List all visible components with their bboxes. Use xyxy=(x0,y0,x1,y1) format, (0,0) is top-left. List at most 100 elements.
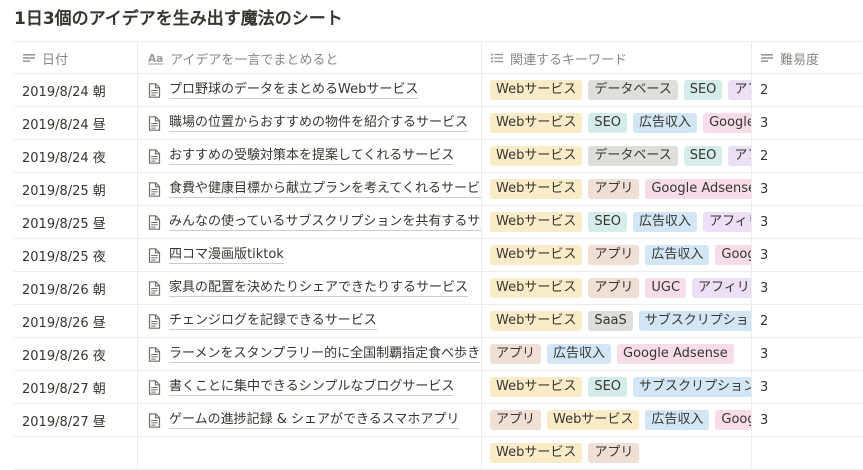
title-cell[interactable]: 家具の配置を決めたりシェアできたりするサービス xyxy=(138,272,482,304)
difficulty-cell[interactable]: 3 xyxy=(752,173,863,205)
difficulty-cell[interactable]: 3 xyxy=(752,371,863,403)
column-header-tags-label: 関連するキーワード xyxy=(510,52,628,68)
table-row[interactable]: Webサービス アプリ xyxy=(14,437,863,470)
title-cell[interactable]: ゲームの進捗記録 & シェアができるスマホアプリ xyxy=(138,404,482,436)
difficulty-cell[interactable]: 3 xyxy=(752,239,863,271)
table-row[interactable]: 2019/8/24 朝 プロ野球のデータをまとめるWebサービス Webサービス デー… xyxy=(14,74,863,107)
keyword-tag: Webサービス xyxy=(490,212,583,232)
title-cell[interactable]: ラーメンをスタンプラリー的に全国制覇指定食べ歩き xyxy=(138,338,482,370)
page-title-link[interactable]: プロ野球のデータをまとめるWebサービス xyxy=(169,81,419,99)
difficulty-value: 3 xyxy=(760,181,769,197)
page-title-link[interactable]: ゲームの進捗記録 & シェアができるスマホアプリ xyxy=(169,411,460,429)
keyword-tag: 広告収入 xyxy=(547,344,612,364)
difficulty-cell[interactable] xyxy=(752,437,863,469)
tags-cell[interactable]: Webサービス アプリ xyxy=(482,437,752,469)
title-cell[interactable] xyxy=(138,437,482,469)
date-cell[interactable]: 2019/8/24 夜 xyxy=(14,140,138,172)
keyword-tag: アフィリエイト xyxy=(728,146,751,166)
column-header-title-label: アイデアを一言でまとめると xyxy=(170,52,339,68)
date-cell[interactable] xyxy=(14,437,138,469)
table-row[interactable]: 2019/8/27 朝 書くことに集中できるシンプルなブログサービス Webサービス… xyxy=(14,371,863,404)
keyword-tag: アフィリエイト xyxy=(692,278,751,298)
svg-text:Aa: Aa xyxy=(148,53,163,65)
date-cell[interactable]: 2019/8/24 昼 xyxy=(14,107,138,139)
tags-cell[interactable]: アプリWebサービス広告収入Google Adsense xyxy=(482,404,752,436)
date-cell[interactable]: 2019/8/26 夜 xyxy=(14,338,138,370)
keyword-tag: SEO xyxy=(683,80,723,100)
date-cell[interactable]: 2019/8/24 朝 xyxy=(14,74,138,106)
difficulty-cell[interactable]: 3 xyxy=(752,404,863,436)
date-cell[interactable]: 2019/8/27 昼 xyxy=(14,404,138,436)
difficulty-cell[interactable]: 2 xyxy=(752,305,863,337)
date-cell[interactable]: 2019/8/27 朝 xyxy=(14,371,138,403)
tags-cell[interactable]: WebサービスデータベースSEOアフィリエイト xyxy=(482,140,752,172)
title-cell[interactable]: プロ野球のデータをまとめるWebサービス xyxy=(138,74,482,106)
title-cell[interactable]: 四コマ漫画版tiktok xyxy=(138,239,482,271)
difficulty-cell[interactable]: 3 xyxy=(752,107,863,139)
table-row[interactable]: 2019/8/25 夜 四コマ漫画版tiktok Webサービス アプリ 広告収入 Goo… xyxy=(14,239,863,272)
page-document-icon xyxy=(148,412,161,428)
title-cell[interactable]: みんなの使っているサブスクリプションを共有するサービス xyxy=(138,206,482,238)
keyword-tag: データベース xyxy=(588,146,678,166)
tags-cell[interactable]: アプリ 広告収入 Google Adsense xyxy=(482,338,752,370)
difficulty-cell[interactable]: 3 xyxy=(752,338,863,370)
page-title-link[interactable]: チェンジログを記録できるサービス xyxy=(169,312,377,330)
difficulty-cell[interactable]: 3 xyxy=(752,272,863,304)
keyword-tag: Webサービス xyxy=(490,179,583,199)
table-row[interactable]: 2019/8/27 昼 ゲームの進捗記録 & シェアができるスマホアプリ アプリ We… xyxy=(14,404,863,437)
difficulty-value: 3 xyxy=(760,346,769,362)
tags-cell[interactable]: WebサービスSEO広告収入Google Adsense xyxy=(482,107,752,139)
date-cell[interactable]: 2019/8/25 夜 xyxy=(14,239,138,271)
tags-cell[interactable]: WebサービスアプリUGCアフィリエイト xyxy=(482,272,752,304)
date-cell[interactable]: 2019/8/26 昼 xyxy=(14,305,138,337)
date-text: 2019/8/26 昼 xyxy=(22,315,106,331)
page-title-link[interactable]: ラーメンをスタンプラリー的に全国制覇指定食べ歩き xyxy=(169,345,481,363)
keyword-tag: SaaS xyxy=(588,311,633,331)
table-row[interactable]: 2019/8/26 夜 ラーメンをスタンプラリー的に全国制覇指定食べ歩き アプリ 広告… xyxy=(14,338,863,371)
date-cell[interactable]: 2019/8/25 朝 xyxy=(14,173,138,205)
page-title-link[interactable]: 食費や健康目標から献立プランを考えてくれるサービス xyxy=(169,180,481,198)
title-cell[interactable]: 書くことに集中できるシンプルなブログサービス xyxy=(138,371,482,403)
title-cell[interactable]: おすすめの受験対策本を提案してくれるサービス xyxy=(138,140,482,172)
page-document-icon xyxy=(148,181,161,197)
keyword-tag: Google Adsense xyxy=(715,410,751,430)
page-title-link[interactable]: おすすめの受験対策本を提案してくれるサービス xyxy=(169,147,455,165)
title-cell[interactable]: チェンジログを記録できるサービス xyxy=(138,305,482,337)
keyword-tag: アプリ xyxy=(490,344,542,364)
tags-cell[interactable]: WebサービスデータベースSEOアフィリエイト xyxy=(482,74,752,106)
column-header-difficulty[interactable]: 難易度 xyxy=(752,42,863,74)
table-row[interactable]: 2019/8/24 夜 おすすめの受験対策本を提案してくれるサービス Webサービス… xyxy=(14,140,863,173)
page-title-link[interactable]: 家具の配置を決めたりシェアできたりするサービス xyxy=(169,279,469,297)
column-header-date[interactable]: 日付 xyxy=(14,42,138,74)
table-row[interactable]: 2019/8/25 昼みんなの使っているサブスクリプションを共有するサービスWe… xyxy=(14,206,863,239)
date-cell[interactable]: 2019/8/26 朝 xyxy=(14,272,138,304)
table-row[interactable]: 2019/8/26 朝 家具の配置を決めたりシェアできたりするサービス Webサービ… xyxy=(14,272,863,305)
difficulty-value: 2 xyxy=(760,313,769,329)
difficulty-cell[interactable]: 2 xyxy=(752,140,863,172)
difficulty-value: 3 xyxy=(760,280,769,296)
tags-cell[interactable]: Webサービス SaaS サブスクリプション xyxy=(482,305,752,337)
title-cell[interactable]: 食費や健康目標から献立プランを考えてくれるサービス xyxy=(138,173,482,205)
difficulty-cell[interactable]: 3 xyxy=(752,206,863,238)
tags-cell[interactable]: Webサービス SEO サブスクリプション xyxy=(482,371,752,403)
table-row[interactable]: 2019/8/26 昼 チェンジログを記録できるサービス Webサービス SaaS サブ… xyxy=(14,305,863,338)
page-document-icon xyxy=(148,148,161,164)
tags-cell[interactable]: Webサービス アプリ Google Adsense xyxy=(482,173,752,205)
table-body: 2019/8/24 朝プロ野球のデータをまとめるWebサービス Webサービス デー… xyxy=(14,74,863,470)
tags-cell[interactable]: Webサービスアプリ広告収入Google Adsense xyxy=(482,239,752,271)
difficulty-value: 3 xyxy=(760,247,769,263)
keyword-tag: Webサービス xyxy=(490,146,583,166)
title-cell[interactable]: 職場の位置からおすすめの物件を紹介するサービス xyxy=(138,107,482,139)
page-title-link[interactable]: 四コマ漫画版tiktok xyxy=(169,246,284,264)
column-header-tags[interactable]: 関連するキーワード xyxy=(482,42,752,74)
page-title-link[interactable]: 書くことに集中できるシンプルなブログサービス xyxy=(169,378,455,396)
date-cell[interactable]: 2019/8/25 昼 xyxy=(14,206,138,238)
date-text: 2019/8/24 朝 xyxy=(22,84,106,100)
table-row[interactable]: 2019/8/25 朝食費や健康目標から献立プランを考えてくれるサービス Webサ… xyxy=(14,173,863,206)
column-header-title[interactable]: Aa アイデアを一言でまとめると xyxy=(138,42,482,74)
table-row[interactable]: 2019/8/24 昼 職場の位置からおすすめの物件を紹介するサービス Webサービ… xyxy=(14,107,863,140)
difficulty-cell[interactable]: 2 xyxy=(752,74,863,106)
tags-cell[interactable]: WebサービスSEO広告収入アフィリエイト xyxy=(482,206,752,238)
page-title-link[interactable]: みんなの使っているサブスクリプションを共有するサービス xyxy=(169,213,481,231)
page-title-link[interactable]: 職場の位置からおすすめの物件を紹介するサービス xyxy=(169,114,469,132)
